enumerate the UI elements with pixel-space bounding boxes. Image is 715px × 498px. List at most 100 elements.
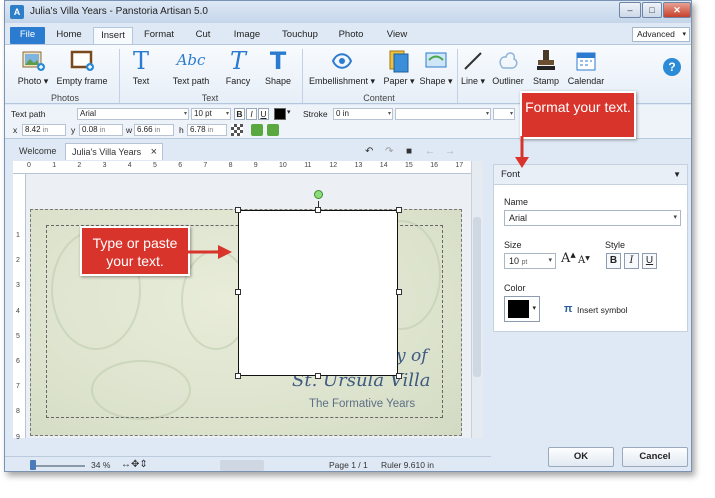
tab-home[interactable]: Home (51, 27, 87, 44)
minimize-button[interactable]: – (619, 2, 641, 18)
tab-insert[interactable]: Insert (93, 27, 133, 44)
w-unit: in (154, 127, 161, 134)
advanced-select[interactable]: Advanced ▾ (632, 27, 690, 42)
tab-document[interactable]: Julia's Villa Years × (65, 143, 163, 160)
tab-view[interactable]: View (381, 27, 413, 44)
close-button[interactable]: ✕ (663, 2, 691, 18)
tab-cut[interactable]: Cut (191, 27, 215, 44)
calendar-button[interactable]: Calendar (567, 48, 605, 92)
pattern-icon[interactable] (231, 124, 243, 136)
font-name-dropdown-value: Arial (509, 213, 528, 223)
page-title-line-1: y of (396, 346, 428, 366)
paper-button[interactable]: Paper ▾ (381, 48, 417, 92)
text-icon: T (132, 47, 149, 75)
x-field[interactable]: 8.42 in (22, 124, 66, 136)
h-field[interactable]: 6.78 in (187, 124, 227, 136)
empty-frame-button[interactable]: Empty frame (55, 48, 109, 92)
resize-handle[interactable] (235, 207, 241, 213)
tab-touchup[interactable]: Touchup (277, 27, 323, 44)
stroke-color-select[interactable]: ▾ (493, 108, 515, 120)
ruler-readout: Ruler 9.610 in (381, 460, 434, 470)
tab-file[interactable]: File (10, 27, 45, 44)
ruler-tick-label: 2 (77, 162, 82, 169)
font-panel: Font ▼ Name Arial ▾ Size 10 pt ▾ A▲ A▼ Styl… (493, 164, 688, 332)
fancy-button[interactable]: T Fancy (222, 48, 254, 92)
back-icon[interactable]: ← (425, 146, 435, 157)
pan-tools-icon[interactable]: ↔✥⇕ (121, 459, 148, 470)
font-color-picker[interactable]: ▾ (504, 296, 540, 322)
resize-handle[interactable] (235, 373, 241, 379)
ruler-tick-label: 5 (153, 162, 157, 169)
flip-vertical-icon[interactable] (267, 124, 279, 136)
w-field[interactable]: 6.66 in (134, 124, 174, 136)
collapse-triangle-icon[interactable]: ▼ (673, 165, 681, 185)
resize-handle[interactable] (235, 289, 241, 295)
embellishment-button[interactable]: Embellishment ▾ (307, 48, 377, 92)
content-shape-button[interactable]: Shape ▾ (418, 48, 454, 92)
vertical-scrollbar-thumb[interactable] (473, 217, 481, 377)
grow-font-button[interactable]: A▲ (561, 251, 576, 266)
flip-horizontal-icon[interactable] (251, 124, 263, 136)
resize-handle[interactable] (315, 207, 321, 213)
bold-button[interactable]: B (234, 108, 245, 120)
help-icon[interactable]: ? (663, 58, 681, 76)
tab-image[interactable]: Image (228, 27, 266, 44)
undo-icon[interactable]: ↶ (365, 146, 373, 157)
stroke-style-select[interactable]: ▾ (395, 108, 491, 120)
tab-welcome[interactable]: Welcome (13, 143, 62, 160)
text-color-swatch[interactable] (274, 108, 286, 120)
underline-button[interactable]: U (258, 108, 269, 120)
ruler-tick-label: 0 (27, 162, 31, 169)
font-size-dropdown[interactable]: 10 pt ▾ (504, 253, 556, 269)
font-panel-title: Font (501, 169, 521, 180)
shrink-font-button[interactable]: A▼ (578, 255, 590, 266)
resize-handle[interactable] (315, 373, 321, 379)
text-button-label: Text (132, 76, 150, 86)
photo-button[interactable]: Photo ▾ (13, 48, 53, 92)
insert-symbol-link[interactable]: Insert symbol (577, 305, 628, 315)
resize-handle[interactable] (396, 289, 402, 295)
chevron-down-icon[interactable]: ▾ (287, 108, 291, 116)
tab-format[interactable]: Format (139, 27, 179, 44)
italic-button[interactable]: I (246, 108, 257, 120)
save-icon[interactable]: ■ (406, 146, 412, 157)
line-button[interactable]: Line ▾ (459, 48, 487, 92)
font-name-select[interactable]: Arial ▾ (77, 108, 189, 120)
stamp-button[interactable]: Stamp (531, 48, 561, 92)
chevron-down-icon: ▾ (673, 214, 677, 221)
resize-handle[interactable] (396, 207, 402, 213)
panel-bold-button[interactable]: B (606, 253, 621, 269)
panel-underline-button[interactable]: U (642, 253, 657, 269)
maximize-button[interactable]: □ (642, 2, 662, 18)
ok-button[interactable]: OK (548, 447, 614, 467)
tab-photo[interactable]: Photo (333, 27, 369, 44)
panel-italic-button[interactable]: I (624, 253, 639, 269)
stroke-width-select[interactable]: 0 in ▾ (333, 108, 393, 120)
outliner-button[interactable]: Outliner (490, 48, 526, 92)
font-size-select[interactable]: 10 pt ▾ (191, 108, 231, 120)
horizontal-scrollbar-thumb[interactable] (220, 460, 264, 471)
text-path-label: Text path (172, 76, 210, 86)
font-size-unit: pt (521, 259, 528, 266)
forward-icon[interactable]: → (445, 146, 455, 157)
font-name-dropdown[interactable]: Arial ▾ (504, 210, 681, 226)
photo-icon (22, 51, 45, 71)
zoom-slider[interactable] (33, 465, 85, 467)
rotate-handle[interactable] (314, 190, 323, 199)
resize-handle[interactable] (396, 373, 402, 379)
redo-icon[interactable]: ↷ (385, 146, 393, 157)
shape-text-button[interactable]: T Shape (262, 48, 294, 92)
stroke-width-value: 0 in (336, 109, 349, 118)
chevron-down-icon: ▾ (410, 76, 415, 86)
y-field[interactable]: 0.08 in (79, 124, 123, 136)
text-button[interactable]: T Text (126, 48, 156, 92)
zoom-slider-handle[interactable] (30, 460, 36, 470)
text-path-button[interactable]: Abc Text path (168, 48, 214, 92)
pi-icon[interactable]: π (564, 303, 572, 315)
ribbon-divider (457, 49, 458, 103)
cancel-button[interactable]: Cancel (622, 447, 688, 467)
close-tab-icon[interactable]: × (151, 144, 157, 160)
text-box[interactable] (238, 210, 398, 376)
embellishment-icon (331, 53, 353, 69)
y-value: 0.08 (82, 125, 98, 134)
